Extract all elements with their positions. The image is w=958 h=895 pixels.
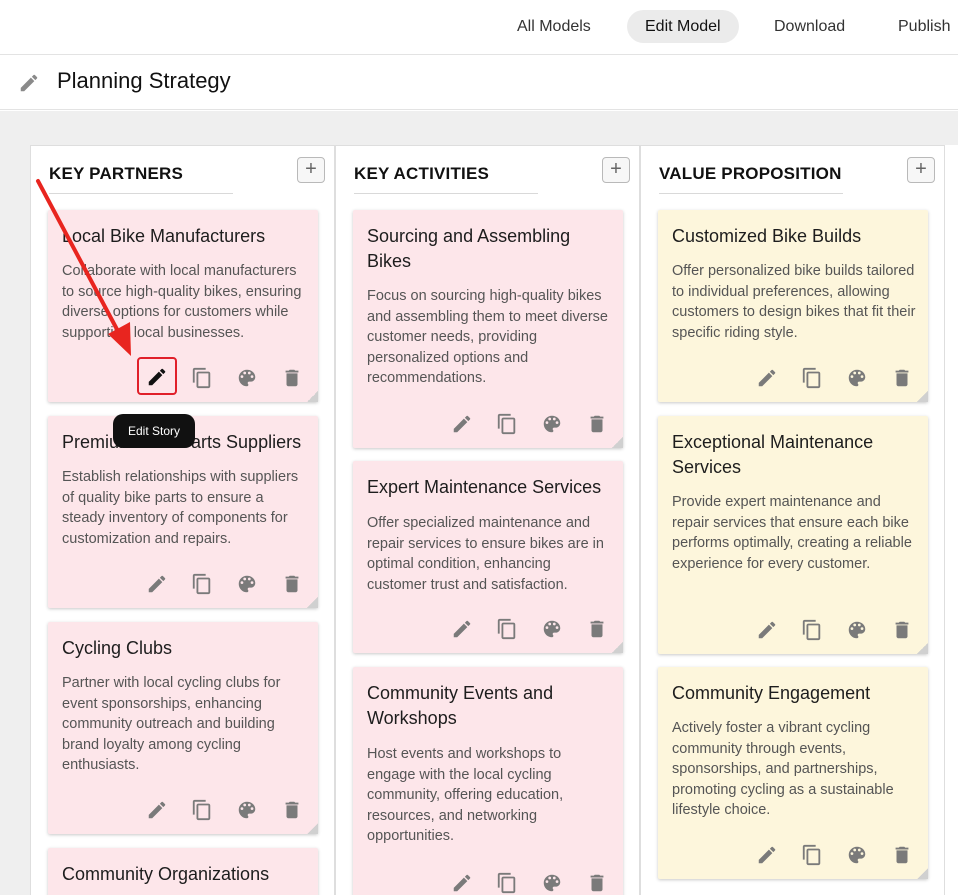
card-actions — [136, 573, 301, 595]
card-actions — [136, 357, 303, 395]
card[interactable]: Community Organizations — [48, 848, 318, 895]
card-body: Focus on sourcing high-quality bikes and… — [367, 288, 608, 386]
card-title: Community Organizations — [62, 864, 270, 884]
column-key-partners: KEY PARTNERS + Local Bike Manufacturers … — [30, 145, 335, 895]
card-actions — [441, 872, 606, 894]
copy-icon[interactable] — [191, 799, 213, 821]
delete-icon[interactable] — [891, 844, 913, 866]
palette-icon[interactable] — [846, 367, 868, 389]
title-bar: Planning Strategy — [0, 56, 958, 110]
card-body: Establish relationships with suppliers o… — [62, 469, 299, 547]
copy-icon[interactable] — [496, 413, 518, 435]
card-title: Expert Maintenance Services — [367, 477, 602, 497]
card-title: Community Events and Workshops — [367, 683, 554, 728]
nav-download[interactable]: Download — [756, 10, 863, 43]
palette-icon[interactable] — [846, 844, 868, 866]
card[interactable]: Expert Maintenance Services Offer specia… — [353, 461, 623, 653]
column-heading: KEY ACTIVITIES — [354, 164, 538, 194]
next-column-edge — [944, 145, 958, 895]
card[interactable]: Cycling Clubs Partner with local cycling… — [48, 622, 318, 834]
card-actions — [441, 413, 606, 435]
card-body: Provide expert maintenance and repair se… — [672, 494, 912, 572]
card-corner — [917, 391, 928, 402]
card-actions — [746, 619, 911, 641]
top-navigation: All Models Edit Model Download Publish — [0, 0, 958, 55]
card[interactable]: Community Events and Workshops Host even… — [353, 667, 623, 895]
edit-icon[interactable] — [756, 619, 778, 641]
card-corner — [307, 597, 318, 608]
column-value-proposition: VALUE PROPOSITION + Customized Bike Buil… — [640, 145, 945, 895]
delete-icon[interactable] — [281, 799, 303, 821]
card-actions — [441, 618, 606, 640]
card-title: Community Engagement — [672, 683, 871, 703]
delete-icon[interactable] — [586, 413, 608, 435]
card-title: Customized Bike Builds — [672, 226, 862, 246]
delete-icon[interactable] — [586, 618, 608, 640]
edit-icon[interactable] — [137, 357, 177, 395]
card[interactable]: Community Engagement Actively foster a v… — [658, 667, 928, 879]
palette-icon[interactable] — [846, 619, 868, 641]
add-card-button[interactable]: + — [297, 157, 325, 183]
edit-icon[interactable] — [756, 844, 778, 866]
copy-icon[interactable] — [496, 872, 518, 894]
copy-icon[interactable] — [801, 844, 823, 866]
card[interactable]: Exceptional Maintenance Services Provide… — [658, 416, 928, 654]
add-card-button[interactable]: + — [602, 157, 630, 183]
card-actions — [746, 844, 911, 866]
card-body: Actively foster a vibrant cycling commun… — [672, 720, 894, 818]
delete-icon[interactable] — [281, 573, 303, 595]
column-heading: KEY PARTNERS — [49, 164, 233, 194]
edit-icon[interactable] — [451, 618, 473, 640]
card-body: Host events and workshops to engage with… — [367, 746, 564, 844]
card-actions — [136, 799, 301, 821]
copy-icon[interactable] — [191, 367, 213, 389]
palette-icon[interactable] — [541, 618, 563, 640]
edit-icon[interactable] — [146, 573, 168, 595]
card[interactable]: Customized Bike Builds Offer personalize… — [658, 210, 928, 402]
copy-icon[interactable] — [801, 367, 823, 389]
card-corner — [307, 391, 318, 402]
column-heading: VALUE PROPOSITION — [659, 164, 843, 194]
nav-edit-model[interactable]: Edit Model — [627, 10, 739, 43]
delete-icon[interactable] — [891, 619, 913, 641]
edit-icon[interactable] — [756, 367, 778, 389]
card-body: Offer specialized maintenance and repair… — [367, 515, 604, 593]
palette-icon[interactable] — [236, 573, 258, 595]
pencil-icon[interactable] — [18, 72, 40, 94]
card-title: Sourcing and Assembling Bikes — [367, 226, 571, 271]
nav-all-models[interactable]: All Models — [499, 10, 609, 43]
card-title: Cycling Clubs — [62, 638, 173, 658]
card[interactable]: Sourcing and Assembling Bikes Focus on s… — [353, 210, 623, 448]
palette-icon[interactable] — [541, 413, 563, 435]
copy-icon[interactable] — [496, 618, 518, 640]
palette-icon[interactable] — [541, 872, 563, 894]
column-key-activities: KEY ACTIVITIES + Sourcing and Assembling… — [335, 145, 640, 895]
card-actions — [746, 367, 911, 389]
palette-icon[interactable] — [236, 367, 258, 389]
card[interactable]: Local Bike Manufacturers Collaborate wit… — [48, 210, 318, 402]
edit-story-tooltip: Edit Story — [113, 414, 195, 448]
copy-icon[interactable] — [801, 619, 823, 641]
card-corner — [917, 868, 928, 879]
card-body: Partner with local cycling clubs for eve… — [62, 675, 281, 773]
card-title: Exceptional Maintenance Services — [672, 432, 874, 477]
nav-publish[interactable]: Publish — [880, 10, 958, 43]
edit-icon[interactable] — [451, 872, 473, 894]
delete-icon[interactable] — [891, 367, 913, 389]
edit-icon[interactable] — [451, 413, 473, 435]
add-card-button[interactable]: + — [907, 157, 935, 183]
card-corner — [917, 643, 928, 654]
card-body: Offer personalized bike builds tailored … — [672, 263, 916, 341]
card-corner — [612, 437, 623, 448]
card-body: Collaborate with local manufacturers to … — [62, 263, 302, 341]
edit-icon[interactable] — [146, 799, 168, 821]
palette-icon[interactable] — [236, 799, 258, 821]
page-title: Planning Strategy — [57, 68, 231, 93]
card-title: Local Bike Manufacturers — [62, 226, 266, 246]
delete-icon[interactable] — [281, 367, 303, 389]
copy-icon[interactable] — [191, 573, 213, 595]
card-corner — [307, 823, 318, 834]
card-corner — [612, 642, 623, 653]
delete-icon[interactable] — [586, 872, 608, 894]
